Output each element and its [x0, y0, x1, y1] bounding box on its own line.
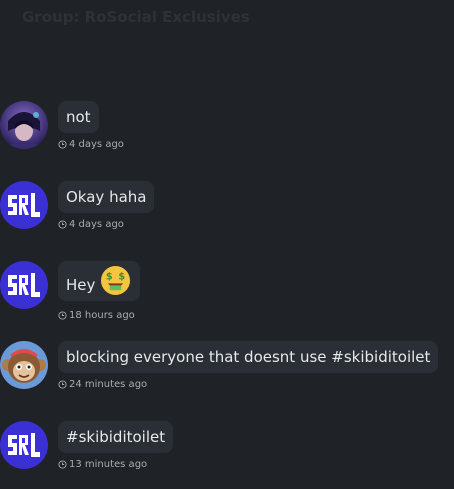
timestamp-label: 24 minutes ago — [69, 379, 148, 390]
svg-text:$: $ — [118, 272, 125, 283]
message-timestamp: 4 days ago — [58, 139, 124, 150]
message-bubble: Okay haha — [58, 181, 155, 213]
clock-icon — [58, 220, 67, 229]
svg-text:$: $ — [106, 272, 113, 283]
timestamp-label: 18 hours ago — [69, 310, 135, 321]
message-timestamp: 18 hours ago — [58, 310, 135, 321]
message-bubble: Hey $ $ — [58, 261, 140, 301]
group-title: Group: RoSocial Exclusives — [22, 8, 250, 26]
anime-character-avatar[interactable] — [0, 101, 48, 149]
srl-logo-avatar[interactable] — [0, 261, 48, 309]
clock-icon — [58, 380, 67, 389]
clock-icon — [58, 460, 67, 469]
timestamp-label: 13 minutes ago — [69, 459, 148, 470]
message-bubble: blocking everyone that doesnt use #skibi… — [58, 341, 439, 373]
message-timestamp: 13 minutes ago — [58, 459, 147, 470]
clock-icon — [58, 311, 67, 320]
group-chat-page: Group: RoSocial Exclusives not 4 days ag… — [0, 0, 454, 489]
message-timestamp: 24 minutes ago — [58, 379, 147, 390]
timestamp-label: 4 days ago — [69, 219, 124, 230]
message-bubble: #skibiditoilet — [58, 421, 174, 453]
monkey-character-avatar[interactable] — [0, 341, 48, 389]
timestamp-label: 4 days ago — [69, 139, 124, 150]
message-text: Hey — [66, 276, 96, 294]
message-bubble: not — [58, 101, 99, 133]
message-timestamp: 4 days ago — [58, 219, 124, 230]
clock-icon — [58, 140, 67, 149]
money-mouth-face-emoji: $ $ — [100, 265, 131, 296]
srl-logo-avatar[interactable] — [0, 181, 48, 229]
srl-logo-avatar[interactable] — [0, 421, 48, 469]
